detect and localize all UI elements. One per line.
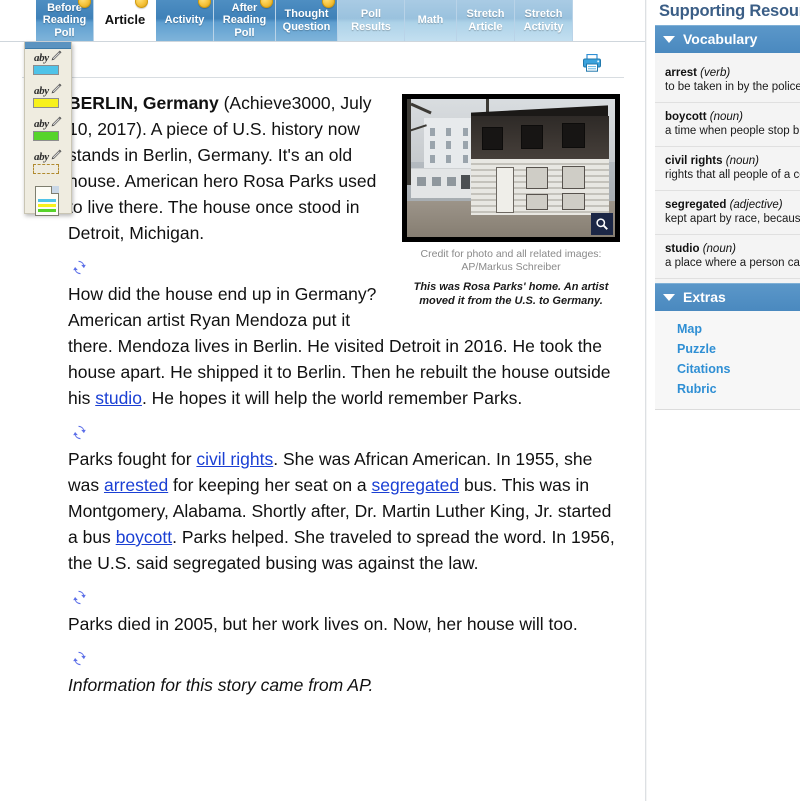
tab-stretch-article[interactable]: Stretch Article — [457, 0, 515, 41]
tab-completed-badge-icon — [135, 0, 148, 8]
tab-before-reading-poll[interactable]: Before Reading Poll — [36, 0, 94, 41]
vocabulary-word: arrest (verb) — [665, 67, 731, 79]
rewrite-paragraph-icon-3[interactable] — [72, 586, 87, 605]
vocab-link-segregated[interactable]: segregated — [372, 475, 460, 495]
tab-poll-results[interactable]: Poll Results — [338, 0, 405, 41]
rewrite-paragraph-icon-4[interactable] — [72, 647, 87, 666]
p2-text-b: . He hopes it will help the world rememb… — [141, 388, 523, 408]
tab-label: Math — [417, 14, 444, 27]
article-text: Credit for photo and all related images:… — [0, 78, 646, 698]
chevron-down-icon — [663, 35, 675, 43]
photo-frame — [402, 94, 620, 242]
highlighter-green-icon[interactable]: aby — [28, 116, 68, 148]
chevron-down-icon — [663, 293, 675, 301]
vocabulary-word: civil rights (noun) — [665, 155, 759, 167]
article-pane: Credit for photo and all related images:… — [0, 41, 646, 801]
aby-label: aby — [34, 151, 49, 163]
highlighter-tool-list: aby aby aby aby — [25, 50, 71, 219]
tab-label: Activity — [164, 14, 205, 27]
tab-list: Before Reading Poll Article Activity After … — [36, 0, 573, 41]
tab-completed-badge-icon — [322, 0, 335, 8]
tab-completed-badge-icon — [78, 0, 91, 8]
vocab-link-boycott[interactable]: boycott — [116, 527, 172, 547]
extras-link-citations[interactable]: Citations — [655, 359, 800, 379]
tab-math[interactable]: Math — [405, 0, 457, 41]
extras-list: Map Puzzle Citations Rubric — [655, 311, 800, 410]
vocab-link-studio[interactable]: studio — [95, 388, 142, 408]
tab-label: Stretch Activity — [523, 8, 564, 33]
vocab-link-civil-rights[interactable]: civil rights — [196, 449, 273, 469]
vocabulary-definition: to be taken in by the police for possibl… — [665, 81, 800, 93]
photo-caption: This was Rosa Parks' home. An artist mov… — [413, 281, 609, 307]
dateline: BERLIN, Germany — [68, 93, 219, 113]
tab-completed-badge-icon — [198, 0, 211, 8]
vocabulary-item: civil rights (noun) rights that all peopl… — [655, 147, 800, 191]
vocabulary-definition: kept apart by race, because of a law — [665, 213, 800, 225]
vocabulary-item: segregated (adjective) kept apart by race… — [655, 191, 800, 235]
article-source-note: Information for this story came from AP. — [68, 675, 374, 695]
tab-thought-question[interactable]: Thought Question — [276, 0, 338, 41]
vocabulary-definition: rights that all people of a country shou… — [665, 169, 800, 181]
vocabulary-item: arrest (verb) to be taken in by the polic… — [655, 59, 800, 103]
p3-text-c: for keeping her seat on a — [168, 475, 372, 495]
highlighter-toolbar[interactable]: aby aby aby aby — [24, 42, 72, 216]
extras-link-rubric[interactable]: Rubric — [655, 379, 800, 399]
supporting-resources-sidebar: Supporting Resources Vocabulary arrest (… — [655, 0, 800, 801]
tab-bar: Before Reading Poll Article Activity After … — [0, 0, 646, 41]
extras-link-puzzle[interactable]: Puzzle — [655, 339, 800, 359]
zoom-photo-icon[interactable] — [591, 213, 613, 235]
article-toolbar — [22, 42, 624, 78]
vocabulary-list: arrest (verb) to be taken in by the polic… — [655, 53, 800, 283]
vocabulary-definition: a time when people stop buying or using … — [665, 125, 800, 137]
my-notes-icon[interactable] — [28, 185, 68, 219]
sidebar-title: Supporting Resources — [659, 2, 800, 20]
article-paragraph-4: Parks died in 2005, but her work lives o… — [68, 614, 578, 634]
article-paragraph-3: Parks fought for civil rights. She was A… — [68, 446, 620, 576]
highlighter-yellow-icon[interactable]: aby — [28, 83, 68, 115]
rewrite-paragraph-icon-2[interactable] — [72, 421, 87, 440]
tab-completed-badge-icon — [260, 0, 273, 8]
extras-link-map[interactable]: Map — [655, 319, 800, 339]
rewrite-paragraph-icon-1[interactable] — [72, 256, 87, 275]
article-figure: Credit for photo and all related images:… — [402, 94, 620, 308]
highlighter-blue-icon[interactable]: aby — [28, 50, 68, 82]
vocabulary-word: segregated (adjective) — [665, 199, 783, 211]
lede-text: (Achieve3000, July 10, 2017). A piece of… — [68, 93, 377, 243]
vocabulary-item: boycott (noun) a time when people stop bu… — [655, 103, 800, 147]
tab-stretch-activity[interactable]: Stretch Activity — [515, 0, 573, 41]
sidebar-section-label-extras: Extras — [683, 289, 726, 305]
pane-divider — [645, 0, 647, 801]
aby-label: aby — [34, 52, 49, 64]
aby-label: aby — [34, 85, 49, 97]
tab-label: Poll Results — [351, 8, 391, 33]
tab-article[interactable]: Article — [94, 0, 156, 41]
p3-text-a: Parks fought for — [68, 449, 197, 469]
tab-label: Article — [104, 12, 146, 28]
tab-label: After Reading Poll — [222, 1, 267, 39]
print-icon[interactable] — [582, 53, 602, 72]
vocabulary-definition: a place where a person can write, draw, … — [665, 257, 800, 269]
sidebar-section-header-vocabulary[interactable]: Vocabulary — [655, 25, 800, 53]
vocabulary-item: studio (noun) a place where a person can … — [655, 235, 800, 279]
tab-label: Stretch Article — [466, 8, 505, 33]
tab-label: Before Reading Poll — [42, 1, 87, 39]
sidebar-section-header-extras[interactable]: Extras — [655, 283, 800, 311]
tab-label: Thought Question — [282, 8, 331, 33]
vocabulary-word: boycott (noun) — [665, 111, 743, 123]
photo-rosa-parks-house[interactable] — [407, 99, 615, 237]
photo-credit: Credit for photo and all related images:… — [420, 248, 602, 273]
vocab-link-arrested[interactable]: arrested — [104, 475, 168, 495]
aby-label: aby — [34, 118, 49, 130]
toolbar-drag-handle[interactable] — [25, 42, 71, 49]
vocabulary-word: studio (noun) — [665, 243, 736, 255]
sidebar-section-label-vocabulary: Vocabulary — [683, 31, 758, 47]
tab-activity[interactable]: Activity — [156, 0, 214, 41]
tab-after-reading-poll[interactable]: After Reading Poll — [214, 0, 276, 41]
highlighter-none-icon[interactable]: aby — [28, 149, 68, 181]
